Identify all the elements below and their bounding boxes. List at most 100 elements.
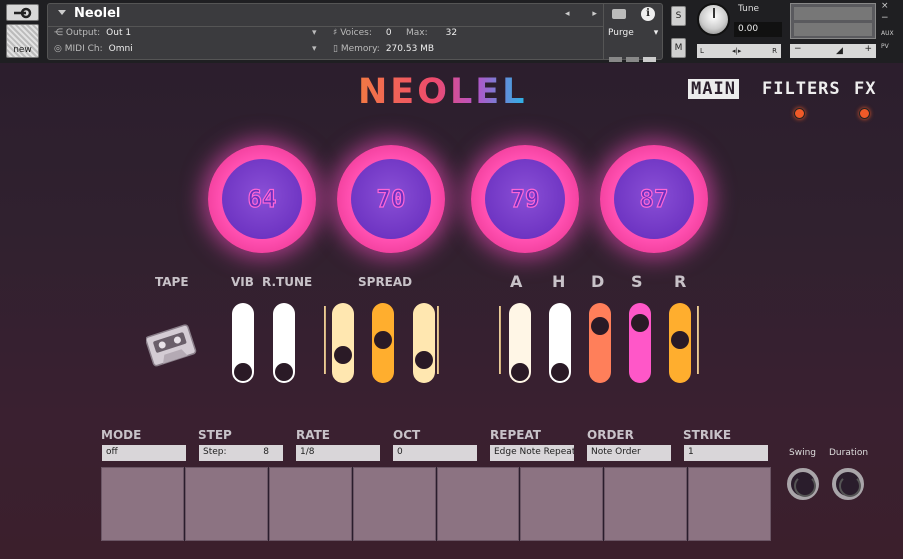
minimize-icon[interactable]: − [881, 13, 889, 23]
spread-label: SPREAD [358, 275, 413, 289]
step-cell-3[interactable] [268, 467, 352, 541]
slider-thumb[interactable] [234, 363, 252, 381]
vib-slider[interactable] [232, 303, 254, 383]
step-grid [101, 467, 771, 541]
midi-label: MIDI Ch: [64, 44, 103, 54]
step-cell-7[interactable] [604, 467, 688, 541]
spread-rail-right [437, 306, 439, 374]
slider-thumb[interactable] [511, 363, 529, 381]
pan-slider[interactable]: L ◂|▸ R [697, 44, 781, 58]
spread-rail-left [324, 306, 326, 374]
kontakt-header: new Neolel ◂ ▸ ⋲ Output: Out 1 ▾ ◎ MIDI C… [0, 0, 903, 63]
tab-filters[interactable]: FILTERS [762, 79, 841, 99]
macro-knob-2-value: 70 [376, 184, 406, 213]
pan-right-label: R [772, 47, 777, 55]
close-icon[interactable]: × [881, 1, 889, 11]
instrument-title-bar[interactable]: Neolel [54, 6, 604, 24]
macro-knob-4[interactable]: 87 [600, 145, 708, 253]
rate-field[interactable]: 1/8 [296, 445, 380, 461]
macro-knob-1[interactable]: 64 [208, 145, 316, 253]
mute-button[interactable]: M [671, 38, 686, 58]
pan-center-handle[interactable]: ◂|▸ [732, 47, 741, 55]
purge-dropdown[interactable]: Purge ▾ [608, 28, 658, 38]
slider-thumb[interactable] [374, 331, 392, 350]
macro-knob-4-face: 87 [614, 159, 694, 239]
tune-value[interactable]: 0.00 [734, 22, 782, 37]
sustain-label: S [631, 272, 643, 291]
slider-thumb[interactable] [591, 316, 609, 335]
spread-slider-1[interactable] [332, 303, 354, 383]
step-cell-4[interactable] [352, 467, 436, 541]
voices-readout: ♯ Voices: 0 [333, 28, 392, 38]
step-field[interactable]: Step: 8 [199, 445, 283, 461]
step-cell-1[interactable] [101, 467, 184, 541]
slider-thumb[interactable] [631, 313, 649, 332]
attack-slider[interactable] [509, 303, 531, 383]
release-label: R [674, 272, 687, 291]
mode-field[interactable]: off [102, 445, 186, 461]
output-row[interactable]: ⋲ Output: Out 1 [54, 28, 131, 38]
slider-thumb[interactable] [334, 345, 352, 364]
slider-thumb[interactable] [551, 363, 569, 381]
output-icon: ⋲ [54, 28, 66, 38]
cassette-tape-icon[interactable] [146, 318, 198, 374]
tab-fx[interactable]: FX [854, 79, 876, 99]
step-cell-2[interactable] [184, 467, 268, 541]
memory-label: Memory: [340, 44, 380, 54]
slider-thumb[interactable] [671, 331, 689, 350]
midi-row[interactable]: ◎ MIDI Ch: Omni [54, 44, 133, 54]
camera-icon[interactable] [612, 9, 626, 19]
max-readout[interactable]: Max: 32 [406, 28, 457, 38]
memory-icon: ▯ [333, 44, 341, 54]
volume-handle-icon[interactable]: ◢ [836, 46, 843, 56]
step-cell-8[interactable] [688, 467, 771, 541]
wrench-button[interactable] [6, 4, 39, 21]
rtune-slider[interactable] [273, 303, 295, 383]
order-field[interactable]: Note Order [587, 445, 671, 461]
step-cell-5[interactable] [436, 467, 520, 541]
spread-slider-2[interactable] [372, 303, 394, 383]
solo-button[interactable]: S [671, 6, 686, 26]
purge-dropdown-icon: ▾ [653, 28, 659, 38]
release-slider[interactable] [669, 303, 691, 383]
oct-field[interactable]: 0 [393, 445, 477, 461]
volume-slider[interactable]: − ◢ + [790, 44, 876, 58]
neolel-logo: NEOLEL [358, 72, 528, 112]
tab-main[interactable]: MAIN [688, 79, 739, 99]
tape-label: TAPE [155, 275, 189, 289]
slider-thumb[interactable] [275, 363, 293, 381]
order-label: ORDER [587, 428, 634, 442]
slider-thumb[interactable] [415, 351, 433, 370]
voices-label: Voices: [340, 28, 372, 38]
repeat-field[interactable]: Edge Note Repeat [490, 445, 574, 461]
midi-dropdown-icon[interactable]: ▾ [312, 44, 317, 54]
rtune-label: R.TUNE [262, 275, 313, 289]
filters-led[interactable] [794, 108, 805, 119]
instrument-nav-arrows[interactable]: ◂ ▸ [565, 9, 607, 19]
spread-slider-3[interactable] [413, 303, 435, 383]
aux-button[interactable]: AUX [881, 30, 894, 37]
pv-button[interactable]: PV [881, 43, 889, 50]
output-dropdown-icon[interactable]: ▾ [312, 28, 317, 38]
decay-slider[interactable] [589, 303, 611, 383]
tune-knob[interactable] [697, 3, 730, 36]
swing-knob[interactable] [787, 468, 819, 500]
volume-minus: − [794, 44, 802, 54]
new-button[interactable]: new [6, 24, 39, 58]
strike-field[interactable]: 1 [684, 445, 768, 461]
sustain-slider[interactable] [629, 303, 651, 383]
hold-label: H [552, 272, 566, 291]
macro-knob-3[interactable]: 79 [471, 145, 579, 253]
duration-knob[interactable] [832, 468, 864, 500]
swing-label: Swing [789, 448, 816, 458]
decay-label: D [591, 272, 605, 291]
macro-knob-2[interactable]: 70 [337, 145, 445, 253]
step-field-label: Step: [203, 447, 227, 457]
step-cell-6[interactable] [520, 467, 604, 541]
attack-label: A [510, 272, 523, 291]
rate-label: RATE [296, 428, 330, 442]
fx-led[interactable] [859, 108, 870, 119]
info-icon[interactable]: i [641, 7, 655, 21]
hold-slider[interactable] [549, 303, 571, 383]
pan-left-label: L [700, 47, 704, 55]
